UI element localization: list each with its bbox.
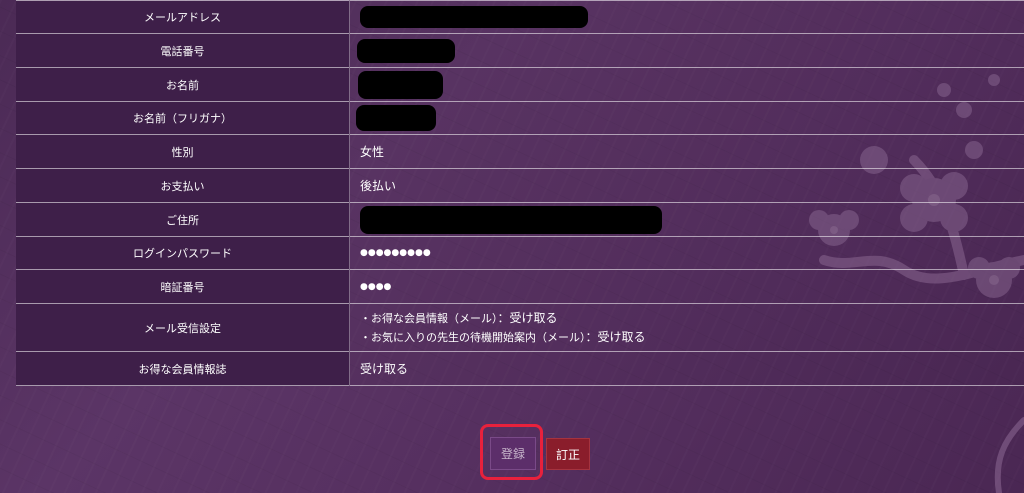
table-row: お名前（フリガナ） — [16, 101, 1024, 135]
row-value — [350, 34, 1024, 68]
table-row: 暗証番号 ●●●● — [16, 269, 1024, 304]
row-value-password: ●●●●●●●●● — [350, 237, 1024, 270]
mail-setting-text: ・お得な会員情報（メール） — [360, 311, 498, 325]
row-label: お支払い — [16, 168, 350, 203]
redacted-email — [360, 6, 588, 28]
row-value-payment: 後払い — [350, 169, 1024, 203]
row-value — [350, 1, 1024, 34]
row-label: ご住所 — [16, 202, 350, 237]
registration-confirm-table: メールアドレス 電話番号 お名前 お名前（フリガナ） 性別 女性 お支払い 後払… — [16, 0, 1024, 386]
table-row: お名前 — [16, 67, 1024, 102]
table-row: お支払い 後払い — [16, 168, 1024, 203]
row-label: お名前 — [16, 67, 350, 102]
row-value — [350, 68, 1024, 102]
mail-setting-line: ・お得な会員情報（メール）：受け取る — [360, 309, 1024, 328]
row-value — [350, 203, 1024, 237]
mail-setting-value: ：受け取る — [585, 329, 646, 344]
redacted-name-kana — [356, 105, 436, 131]
row-label: メール受信設定 — [16, 303, 350, 352]
redacted-phone — [357, 38, 455, 63]
row-value — [350, 102, 1024, 135]
table-row: 電話番号 — [16, 33, 1024, 68]
table-row: ご住所 — [16, 202, 1024, 237]
row-value-gender: 女性 — [350, 135, 1024, 169]
row-label: メールアドレス — [16, 0, 350, 34]
redacted-name — [358, 70, 443, 99]
register-button[interactable]: 登録 — [490, 437, 536, 470]
row-label: 性別 — [16, 134, 350, 169]
table-row: メール受信設定 ・お得な会員情報（メール）：受け取る ・お気に入りの先生の待機開… — [16, 303, 1024, 352]
row-label: お名前（フリガナ） — [16, 101, 350, 135]
mail-setting-value: ：受け取る — [497, 310, 558, 325]
row-value-pin: ●●●● — [350, 270, 1024, 304]
row-value-magazine: 受け取る — [350, 352, 1024, 386]
table-row: 性別 女性 — [16, 134, 1024, 169]
form-actions: 登録 訂正 — [0, 424, 1024, 484]
table-row: ログインパスワード ●●●●●●●●● — [16, 236, 1024, 270]
table-row: お得な会員情報誌 受け取る — [16, 351, 1024, 386]
mail-setting-line: ・お気に入りの先生の待機開始案内（メール）：受け取る — [360, 328, 1024, 347]
row-label: ログインパスワード — [16, 236, 350, 270]
table-row: メールアドレス — [16, 0, 1024, 34]
redacted-address — [360, 205, 662, 234]
row-label: 暗証番号 — [16, 269, 350, 304]
row-value-mail-settings: ・お得な会員情報（メール）：受け取る ・お気に入りの先生の待機開始案内（メール）… — [350, 304, 1024, 352]
correct-button[interactable]: 訂正 — [546, 438, 590, 470]
mail-setting-text: ・お気に入りの先生の待機開始案内（メール） — [360, 330, 586, 344]
row-label: 電話番号 — [16, 33, 350, 68]
row-label: お得な会員情報誌 — [16, 351, 350, 386]
